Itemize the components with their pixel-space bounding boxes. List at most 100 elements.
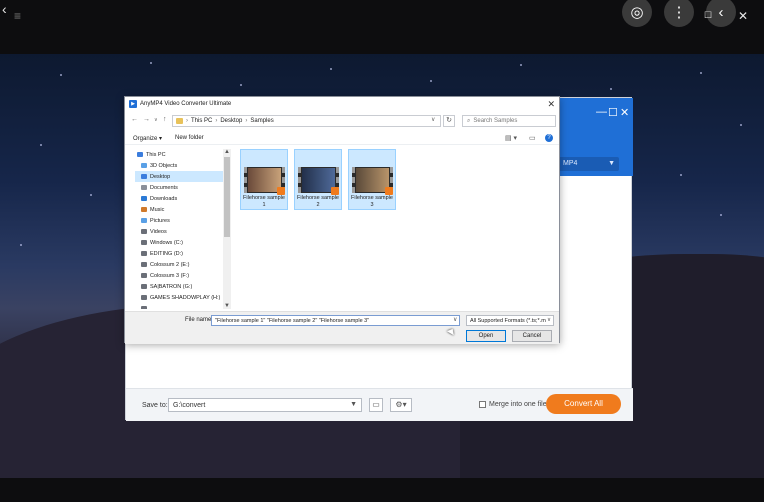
settings-button[interactable]: ⚙▾ [390, 398, 412, 412]
nav-item[interactable]: Colossum 3 (F:) [135, 270, 231, 281]
hamburger-icon[interactable]: ≡ [14, 10, 21, 22]
pc-icon [137, 152, 143, 157]
search-icon: ⌕ [467, 117, 471, 124]
gear-icon: ⚙▾ [395, 400, 407, 409]
nav-item-label: Music [150, 206, 165, 213]
merge-checkbox[interactable] [479, 401, 486, 408]
scroll-thumb[interactable] [224, 157, 230, 237]
close-icon[interactable]: ✕ [738, 10, 748, 22]
close-icon[interactable]: ✕ [620, 106, 629, 119]
nav-item[interactable]: EDITING (D:) [135, 248, 231, 259]
save-to-value: G:\convert [173, 402, 206, 409]
merge-option[interactable]: Merge into one file [479, 401, 547, 408]
file-name-label: File name: [185, 317, 214, 323]
chevron-down-icon[interactable]: ∨ [431, 116, 435, 123]
nav-item[interactable]: Music [135, 204, 231, 215]
up-arrow-icon[interactable]: ↑ [163, 116, 167, 123]
save-to-select[interactable]: G:\convert ▼ [168, 398, 362, 412]
file-name: Filehorse sample 3 [351, 195, 393, 208]
nav-item[interactable]: This PC [135, 149, 231, 160]
lens-button[interactable]: ◎ [622, 0, 652, 27]
drive-icon [141, 295, 147, 300]
save-to-label: Save to: [142, 402, 168, 409]
navigation-pane: This PC 3D Objects Desktop Documents Downloa… [135, 149, 231, 309]
nav-item[interactable]: Videos [135, 226, 231, 237]
nav-item-label: Desktop [150, 173, 171, 180]
nav-item[interactable]: Downloads [135, 193, 231, 204]
file-type-value: All Supported Formats (*.ts;*.m [470, 318, 546, 324]
maximize-icon[interactable]: ☐ [608, 106, 618, 119]
forward-arrow-icon[interactable]: → [143, 116, 150, 123]
file-item[interactable]: Filehorse sample 1 [240, 149, 288, 210]
address-bar[interactable]: › This PC › Desktop › Samples [172, 115, 441, 127]
nav-item[interactable]: Colossum 2 (E:) [135, 259, 231, 270]
chevron-down-icon: ▼ [350, 401, 357, 408]
nav-item-label: SA|BATRON (G:) [150, 283, 193, 290]
nav-item-label: Windows (C:) [150, 239, 184, 246]
nav-item-label: This PC [146, 151, 166, 158]
nav-item-label: GAMES SHADOWPLAY (H:) [150, 294, 221, 301]
minimize-icon[interactable]: — [596, 106, 607, 118]
nav-item[interactable]: Windows (C:) [135, 237, 231, 248]
download-icon [141, 196, 147, 201]
file-name: Filehorse sample 2 [297, 195, 339, 208]
open-folder-button[interactable]: ▭ [369, 398, 383, 412]
nav-item[interactable]: Documents [135, 182, 231, 193]
address-row: ← → ∨ ↑ › This PC › Desktop › Samples ∨ … [125, 114, 559, 128]
drive-icon [141, 306, 147, 309]
new-folder-button[interactable]: New folder [175, 135, 204, 141]
chevron-down-icon[interactable]: ∨ [453, 316, 457, 323]
close-icon[interactable]: ✕ [547, 99, 555, 110]
file-item[interactable]: Filehorse sample 2 [294, 149, 342, 210]
open-button[interactable]: Open [466, 330, 506, 342]
file-name-input[interactable]: "Filehorse sample 1" "Filehorse sample 2… [211, 315, 460, 326]
video-thumbnail [244, 167, 285, 195]
nav-item-label: EDITING (D:) [150, 250, 183, 257]
desktop-icon [141, 174, 147, 179]
preview-pane-icon[interactable]: ▭ [529, 134, 536, 142]
breadcrumb-this-pc[interactable]: This PC [191, 118, 212, 124]
more-button[interactable]: ⋮ [664, 0, 694, 27]
app-bottom-bar: Save to: G:\convert ▼ ▭ ⚙▾ Merge into on… [126, 388, 633, 421]
nav-item-label: Documents [150, 184, 178, 191]
folder-icon: ▭ [372, 400, 380, 409]
file-item[interactable]: Filehorse sample 3 [348, 149, 396, 210]
chevron-down-icon[interactable]: ∨ [154, 117, 158, 123]
video-icon [141, 229, 147, 234]
scroll-down-icon[interactable]: ▼ [223, 303, 231, 309]
scroll-up-icon[interactable]: ▲ [223, 149, 231, 155]
pictures-icon [141, 218, 147, 223]
output-format-select[interactable]: MP4 ▼ [557, 157, 619, 171]
view-options-icon[interactable]: ▤ ▾ [505, 134, 517, 142]
nav-item-label: ... [150, 305, 155, 310]
nav-item-label: Colossum 2 (E:) [150, 261, 190, 268]
organize-menu[interactable]: Organize ▾ [133, 135, 162, 142]
nav-scrollbar[interactable]: ▲ ▼ [223, 149, 231, 309]
nav-item[interactable]: Desktop [135, 171, 231, 182]
lens-icon: ◎ [630, 4, 644, 21]
open-file-dialog: ▶ AnyMP4 Video Converter Ultimate ✕ ← → … [124, 96, 560, 344]
convert-all-button[interactable]: Convert All [546, 394, 621, 414]
cancel-button[interactable]: Cancel [512, 330, 552, 342]
help-icon[interactable]: ? [545, 134, 553, 142]
breadcrumb-desktop[interactable]: Desktop [220, 118, 242, 124]
nav-item[interactable]: 3D Objects [135, 160, 231, 171]
breadcrumb-samples[interactable]: Samples [250, 118, 273, 124]
nav-item[interactable]: SA|BATRON (G:) [135, 281, 231, 292]
nav-item[interactable]: Pictures [135, 215, 231, 226]
file-name: Filehorse sample 1 [243, 195, 285, 208]
file-type-select[interactable]: All Supported Formats (*.ts;*.m ∨ [466, 315, 554, 326]
nav-item[interactable]: GAMES SHADOWPLAY (H:) [135, 292, 231, 303]
viewer-bottom-bar [0, 478, 764, 502]
drive-icon [141, 251, 147, 256]
search-box[interactable]: ⌕ Search Samples [462, 115, 556, 127]
search-placeholder: Search Samples [473, 118, 518, 124]
nav-item[interactable]: ... [135, 303, 231, 309]
maximize-icon[interactable]: ☐ [704, 11, 712, 20]
video-thumbnail [298, 167, 339, 195]
chevron-left-icon[interactable]: ‹ [2, 2, 7, 16]
music-icon [141, 207, 147, 212]
chevron-down-icon: ▼ [608, 160, 615, 167]
refresh-button[interactable]: ↻ [443, 115, 455, 127]
back-arrow-icon[interactable]: ← [131, 116, 138, 123]
